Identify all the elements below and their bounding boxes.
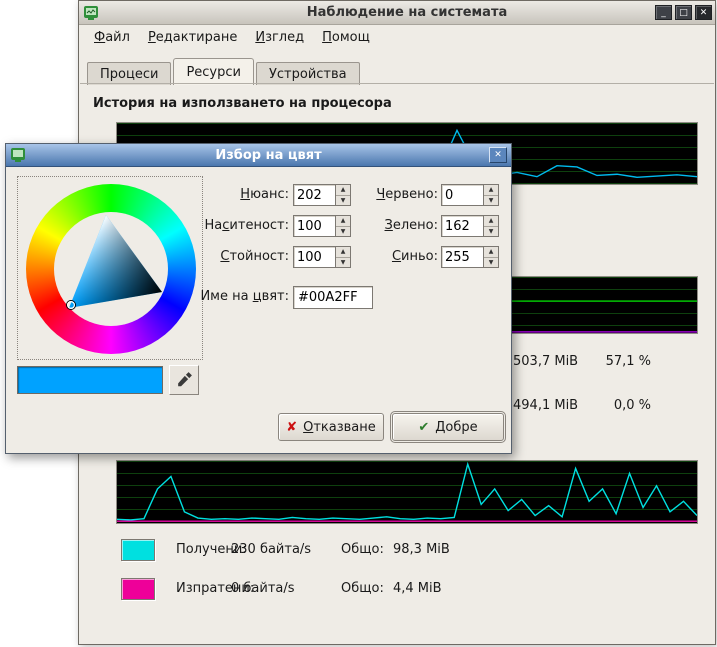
network-sent-row: Изпратени: 0 байта/s Общо: 4,4 MiB — [121, 578, 681, 604]
received-total-label: Общо: — [341, 539, 384, 561]
green-label: Зелено: — [324, 215, 438, 237]
saturation-value-triangle[interactable] — [54, 212, 168, 326]
maximize-icon[interactable]: □ — [675, 5, 692, 20]
received-total: 98,3 MiB — [393, 539, 450, 561]
blue-spin-down-icon[interactable]: ▼ — [484, 258, 498, 268]
received-color-swatch[interactable] — [121, 539, 155, 561]
tab-bar: Процеси Ресурси Устройства — [87, 58, 715, 85]
cancel-button-label: Отказване — [303, 420, 376, 435]
tab-resources[interactable]: Ресурси — [173, 58, 254, 85]
cpu-history-heading: История на използването на процесора — [93, 96, 392, 111]
menu-edit[interactable]: Редактиране — [139, 27, 246, 48]
menu-view[interactable]: Изглед — [246, 27, 313, 48]
ok-button[interactable]: ✔ Добре — [392, 413, 504, 441]
red-input[interactable] — [442, 185, 483, 205]
desktop: Наблюдение на системата _ □ ✕ Файл Редак… — [0, 0, 717, 647]
sent-rate: 0 байта/s — [231, 578, 295, 600]
memory-used-percent: 57,1 % — [581, 354, 651, 370]
red-spin-down-icon[interactable]: ▼ — [484, 196, 498, 206]
red-spinner[interactable]: ▲▼ — [441, 184, 499, 206]
blue-input[interactable] — [442, 247, 483, 267]
main-window-title: Наблюдение на системата — [99, 5, 715, 20]
blue-label: Синьо: — [324, 246, 438, 268]
blue-spin-up-icon[interactable]: ▲ — [484, 247, 498, 258]
dialog-close-icon[interactable]: ✕ — [489, 147, 507, 163]
minimize-icon[interactable]: _ — [655, 5, 672, 20]
swap-used-value: 494,1 MiB — [513, 398, 578, 414]
swap-used-percent: 0,0 % — [581, 398, 651, 414]
memory-used-value: 503,7 MiB — [513, 354, 578, 370]
eyedropper-icon — [174, 370, 194, 390]
tab-processes[interactable]: Процеси — [87, 62, 171, 85]
saturation-label: Наситеност: — [156, 215, 289, 237]
main-window-titlebar[interactable]: Наблюдение на системата _ □ ✕ — [79, 1, 715, 25]
close-icon[interactable]: ✕ — [695, 5, 712, 20]
cancel-x-icon: ✘ — [286, 420, 297, 435]
menu-file[interactable]: Файл — [85, 27, 139, 48]
red-label: Червено: — [324, 184, 438, 206]
value-label: Стойност: — [156, 246, 289, 268]
system-monitor-icon — [83, 5, 99, 21]
green-spin-down-icon[interactable]: ▼ — [484, 227, 498, 237]
green-spinner[interactable]: ▲▼ — [441, 215, 499, 237]
red-spin-up-icon[interactable]: ▲ — [484, 185, 498, 196]
network-received-row: Получени: 230 байта/s Общо: 98,3 MiB — [121, 539, 681, 565]
menu-help[interactable]: Помощ — [313, 27, 379, 48]
sent-total-label: Общо: — [341, 578, 384, 600]
hue-label: Нюанс: — [156, 184, 289, 206]
color-picker-dialog: Избор на цвят ✕ — [5, 143, 512, 454]
eyedropper-button[interactable] — [169, 365, 199, 395]
tab-devices[interactable]: Устройства — [256, 62, 360, 85]
blue-spinner[interactable]: ▲▼ — [441, 246, 499, 268]
network-history-chart — [116, 460, 698, 524]
green-spin-up-icon[interactable]: ▲ — [484, 216, 498, 227]
green-input[interactable] — [442, 216, 483, 236]
ok-button-label: Добре — [435, 420, 477, 435]
window-controls: _ □ ✕ — [652, 5, 712, 20]
tab-divider — [80, 83, 714, 84]
sent-color-swatch[interactable] — [121, 578, 155, 600]
cancel-button[interactable]: ✘ Отказване — [278, 413, 384, 441]
color-name-input[interactable] — [293, 286, 373, 309]
sent-total: 4,4 MiB — [393, 578, 442, 600]
dialog-title: Избор на цвят — [26, 148, 511, 163]
selected-color-preview — [17, 366, 163, 394]
ok-check-icon: ✔ — [418, 420, 429, 435]
dialog-app-icon — [10, 147, 26, 163]
menu-bar: Файл Редактиране Изглед Помощ — [79, 25, 715, 50]
received-rate: 230 байта/s — [231, 539, 311, 561]
dialog-titlebar[interactable]: Избор на цвят ✕ — [6, 144, 511, 167]
color-name-label: Име на цвят: — [156, 286, 289, 308]
